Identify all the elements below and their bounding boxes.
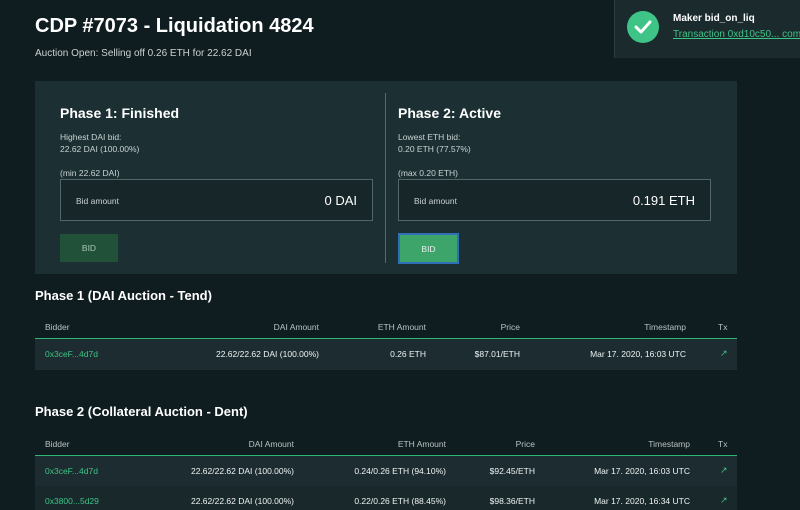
- col-timestamp: Timestamp: [644, 322, 686, 332]
- page-title: CDP #7073 - Liquidation 4824: [35, 15, 314, 37]
- eth-amount: 0.24/0.26 ETH (94.10%): [354, 466, 446, 476]
- external-link-icon[interactable]: ↗: [720, 495, 728, 506]
- phase2-title: Phase 2: Active: [398, 105, 501, 121]
- phase2-bid-value: 0.20 ETH (77.57%): [398, 144, 471, 154]
- phase2-bid-button[interactable]: BID: [398, 233, 459, 264]
- phase1-card: Phase 1: Finished Highest DAI bid: 22.62…: [35, 81, 385, 274]
- eth-amount: 0.26 ETH: [390, 349, 426, 359]
- table-row: 0x3ceF...4d7d 22.62/22.62 DAI (100.00%) …: [35, 339, 737, 370]
- table-header: Bidder DAI Amount ETH Amount Price Times…: [35, 314, 737, 339]
- check-icon: [627, 11, 659, 43]
- phase1-title: Phase 1: Finished: [60, 105, 180, 121]
- table2-title: Phase 2 (Collateral Auction - Dent): [35, 404, 248, 419]
- bidder-link[interactable]: 0x3ceF...4d7d: [45, 466, 98, 476]
- dai-amount: 22.62/22.62 DAI (100.00%): [190, 496, 294, 506]
- phase1-bid-value: 22.62 DAI (100.00%): [60, 144, 140, 154]
- timestamp: Mar 17. 2020, 16:03 UTC: [594, 466, 690, 476]
- col-price: Price: [500, 322, 520, 332]
- col-bidder: Bidder: [45, 439, 70, 449]
- phase2-card: Phase 2: Active Lowest ETH bid: 0.20 ETH…: [373, 81, 723, 274]
- toast-title: Maker bid_on_liq: [673, 13, 755, 24]
- col-price: Price: [515, 439, 535, 449]
- col-dai-amount: DAI Amount: [273, 322, 319, 332]
- col-bidder: Bidder: [45, 322, 70, 332]
- external-link-icon[interactable]: ↗: [720, 348, 728, 359]
- page-subtitle: Auction Open: Selling off 0.26 ETH for 2…: [35, 48, 252, 59]
- col-eth-amount: ETH Amount: [377, 322, 426, 332]
- table2: Bidder DAI Amount ETH Amount Price Times…: [35, 431, 737, 510]
- col-eth-amount: ETH Amount: [397, 439, 446, 449]
- phase1-bid-input[interactable]: Bid amount 0 DAI: [60, 179, 373, 221]
- bid-amount-value: 0.191 ETH: [632, 193, 695, 208]
- bidder-link[interactable]: 0x3800...5d29: [45, 496, 99, 506]
- phase2-max: (max 0.20 ETH): [398, 168, 458, 178]
- notification-toast[interactable]: Maker bid_on_liq Transaction 0xd10c50...…: [614, 0, 800, 58]
- timestamp: Mar 17. 2020, 16:03 UTC: [590, 349, 686, 359]
- price: $98.36/ETH: [489, 496, 535, 506]
- phase2-bid-input[interactable]: Bid amount 0.191 ETH: [398, 179, 711, 221]
- dai-amount: 22.62/22.62 DAI (100.00%): [215, 349, 319, 359]
- table1: Bidder DAI Amount ETH Amount Price Times…: [35, 314, 737, 370]
- col-timestamp: Timestamp: [648, 439, 690, 449]
- phase1-min: (min 22.62 DAI): [60, 168, 120, 178]
- col-tx: Tx: [718, 439, 728, 449]
- table-header: Bidder DAI Amount ETH Amount Price Times…: [35, 431, 737, 456]
- external-link-icon[interactable]: ↗: [720, 465, 728, 476]
- eth-amount: 0.22/0.26 ETH (88.45%): [354, 496, 446, 506]
- bid-amount-value: 0 DAI: [324, 193, 357, 208]
- table-row: 0x3ceF...4d7d 22.62/22.62 DAI (100.00%) …: [35, 456, 737, 486]
- price: $87.01/ETH: [474, 349, 520, 359]
- phase2-bid-label: Lowest ETH bid:: [398, 132, 461, 142]
- price: $92.45/ETH: [489, 466, 535, 476]
- table1-title: Phase 1 (DAI Auction - Tend): [35, 288, 212, 303]
- col-dai-amount: DAI Amount: [248, 439, 294, 449]
- toast-transaction-link[interactable]: Transaction 0xd10c50... comp: [673, 29, 800, 40]
- phases-panel: Phase 1: Finished Highest DAI bid: 22.62…: [35, 81, 737, 274]
- timestamp: Mar 17. 2020, 16:34 UTC: [594, 496, 690, 506]
- table-row: 0x3800...5d29 22.62/22.62 DAI (100.00%) …: [35, 486, 737, 510]
- col-tx: Tx: [718, 322, 728, 332]
- dai-amount: 22.62/22.62 DAI (100.00%): [190, 466, 294, 476]
- phase1-bid-button[interactable]: BID: [60, 234, 118, 262]
- bidder-link[interactable]: 0x3ceF...4d7d: [45, 349, 98, 359]
- bid-amount-label: Bid amount: [76, 196, 119, 206]
- phase1-bid-label: Highest DAI bid:: [60, 132, 122, 142]
- bid-amount-label: Bid amount: [414, 196, 457, 206]
